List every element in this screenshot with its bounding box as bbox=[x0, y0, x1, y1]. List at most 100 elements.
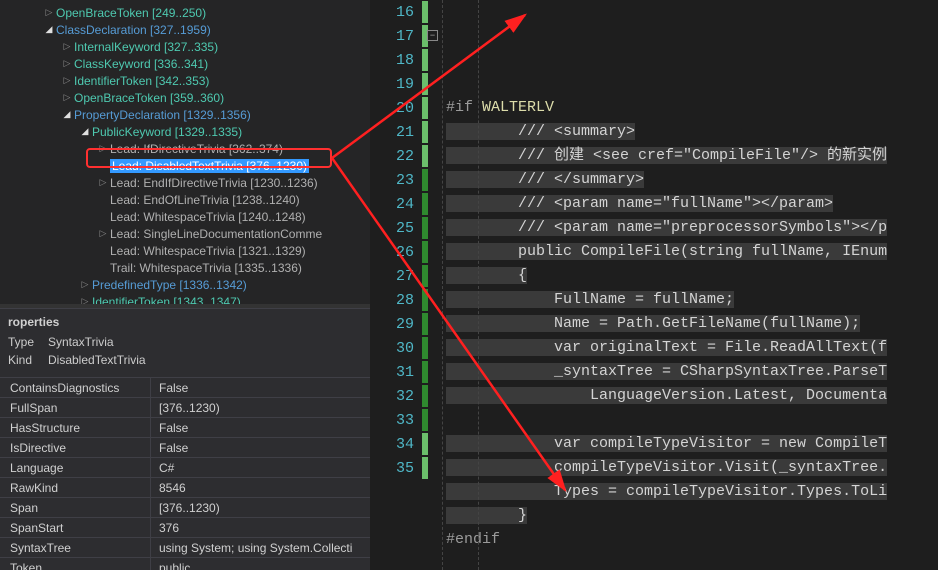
property-row[interactable]: Span[376..1230) bbox=[0, 497, 370, 517]
tree-expand-icon[interactable] bbox=[44, 24, 54, 35]
tree-node[interactable]: OpenBraceToken [249..250) bbox=[0, 4, 370, 21]
tree-node[interactable]: OpenBraceToken [359..360) bbox=[0, 89, 370, 106]
tree-node[interactable]: Lead: EndOfLineTrivia [1238..1240) bbox=[0, 191, 370, 208]
tree-expand-icon[interactable] bbox=[80, 126, 90, 137]
code-line[interactable]: compileTypeVisitor.Visit(_syntaxTree. bbox=[446, 456, 938, 480]
property-row[interactable]: LanguageC# bbox=[0, 457, 370, 477]
gutter-row[interactable]: 31 bbox=[370, 360, 428, 384]
code-line[interactable]: /// <param name="preprocessorSymbols"></… bbox=[446, 216, 938, 240]
line-number: 20 bbox=[382, 100, 418, 117]
properties-pane: roperties TypeSyntaxTriviaKindDisabledTe… bbox=[0, 308, 370, 570]
property-row[interactable]: SyntaxTreeusing System; using System.Col… bbox=[0, 537, 370, 557]
gutter-row[interactable]: 21 bbox=[370, 120, 428, 144]
code-line[interactable]: var compileTypeVisitor = new CompileT bbox=[446, 432, 938, 456]
gutter-row[interactable]: 29 bbox=[370, 312, 428, 336]
property-key: Type bbox=[8, 335, 48, 353]
tree-node-label: IdentifierToken [1343..1347) bbox=[92, 295, 241, 305]
code-line[interactable] bbox=[446, 552, 938, 570]
gutter-row[interactable]: 28 bbox=[370, 288, 428, 312]
gutter-row[interactable]: 24 bbox=[370, 192, 428, 216]
editor-panel: 1617−1819 20 21222324252627282930 31 3233343… bbox=[370, 0, 938, 570]
gutter-row[interactable]: 34 bbox=[370, 432, 428, 456]
tree-expand-icon[interactable] bbox=[62, 75, 72, 86]
tree-expand-icon[interactable] bbox=[62, 58, 72, 69]
code-line[interactable]: /// 创建 <see cref="CompileFile"/> 的新实例 bbox=[446, 144, 938, 168]
code-line[interactable]: #endif bbox=[446, 528, 938, 552]
gutter-row[interactable]: 16 bbox=[370, 0, 428, 24]
line-number-gutter[interactable]: 1617−1819 20 21222324252627282930 31 3233343… bbox=[370, 0, 428, 570]
tree-node[interactable]: InternalKeyword [327..335) bbox=[0, 38, 370, 55]
tree-node-label: ClassKeyword [336..341) bbox=[74, 57, 208, 71]
gutter-row[interactable]: 19 bbox=[370, 72, 428, 96]
gutter-row[interactable]: 23 bbox=[370, 168, 428, 192]
code-line[interactable]: #if WALTERLV bbox=[446, 96, 938, 120]
gutter-row[interactable]: 26 bbox=[370, 240, 428, 264]
tree-node[interactable]: IdentifierToken [1343..1347) bbox=[0, 293, 370, 304]
gutter-row[interactable]: 30 bbox=[370, 336, 428, 360]
property-row[interactable]: SpanStart376 bbox=[0, 517, 370, 537]
code-line[interactable] bbox=[446, 408, 938, 432]
property-value: False bbox=[150, 438, 370, 457]
code-line[interactable]: LanguageVersion.Latest, Documenta bbox=[446, 384, 938, 408]
gutter-row[interactable]: 20 bbox=[370, 96, 428, 120]
syntax-tree[interactable]: OpenBraceToken [249..250)ClassDeclaratio… bbox=[0, 0, 370, 304]
tree-expand-icon[interactable] bbox=[98, 177, 108, 188]
tree-expand-icon[interactable] bbox=[80, 296, 90, 304]
code-line[interactable]: /// </summary> bbox=[446, 168, 938, 192]
tree-node[interactable]: ClassKeyword [336..341) bbox=[0, 55, 370, 72]
property-row[interactable]: HasStructureFalse bbox=[0, 417, 370, 437]
gutter-row[interactable]: 33 bbox=[370, 408, 428, 432]
code-line[interactable]: public CompileFile(string fullName, IEnu… bbox=[446, 240, 938, 264]
tree-expand-icon[interactable] bbox=[98, 228, 108, 239]
code-editor[interactable]: #if WALTERLV /// <summary> /// 创建 <see c… bbox=[428, 0, 938, 570]
tree-node-label: Lead: EndOfLineTrivia [1238..1240) bbox=[110, 193, 300, 207]
property-row[interactable]: IsDirectiveFalse bbox=[0, 437, 370, 457]
tree-node[interactable]: ClassDeclaration [327..1959) bbox=[0, 21, 370, 38]
tree-node[interactable]: Lead: DisabledTextTrivia [376..1230) bbox=[0, 157, 370, 174]
property-key: ContainsDiagnostics bbox=[0, 381, 150, 395]
gutter-row[interactable]: 27 bbox=[370, 264, 428, 288]
code-line[interactable]: Types = compileTypeVisitor.Types.ToLi bbox=[446, 480, 938, 504]
gutter-row[interactable]: 32 bbox=[370, 384, 428, 408]
gutter-row[interactable]: 18 bbox=[370, 48, 428, 72]
tree-node[interactable]: Trail: WhitespaceTrivia [1335..1336) bbox=[0, 259, 370, 276]
properties-grid[interactable]: ContainsDiagnosticsFalseFullSpan[376..12… bbox=[0, 377, 370, 570]
tree-node[interactable]: PublicKeyword [1329..1335) bbox=[0, 123, 370, 140]
gutter-row[interactable]: 17− bbox=[370, 24, 428, 48]
gutter-row[interactable]: 25 bbox=[370, 216, 428, 240]
gutter-row[interactable]: 22 bbox=[370, 144, 428, 168]
tree-node[interactable]: PredefinedType [1336..1342) bbox=[0, 276, 370, 293]
tree-node[interactable]: Lead: EndIfDirectiveTrivia [1230..1236) bbox=[0, 174, 370, 191]
tree-expand-icon[interactable] bbox=[62, 109, 72, 120]
code-line[interactable]: _syntaxTree = CSharpSyntaxTree.ParseT bbox=[446, 360, 938, 384]
property-key: HasStructure bbox=[0, 421, 150, 435]
tree-node[interactable]: Lead: IfDirectiveTrivia [362..374) bbox=[0, 140, 370, 157]
tree-node[interactable]: Lead: WhitespaceTrivia [1240..1248) bbox=[0, 208, 370, 225]
property-row[interactable]: FullSpan[376..1230) bbox=[0, 397, 370, 417]
code-line[interactable]: } bbox=[446, 504, 938, 528]
gutter-row[interactable]: 35 bbox=[370, 456, 428, 480]
tree-node-label: PredefinedType [1336..1342) bbox=[92, 278, 247, 292]
property-row[interactable]: Tokenpublic bbox=[0, 557, 370, 570]
code-line[interactable]: { bbox=[446, 264, 938, 288]
tree-expand-icon[interactable] bbox=[80, 279, 90, 290]
code-line[interactable]: /// <summary> bbox=[446, 120, 938, 144]
property-row[interactable]: RawKind8546 bbox=[0, 477, 370, 497]
tree-node-label: Lead: WhitespaceTrivia [1321..1329) bbox=[110, 244, 306, 258]
code-token: /// <param name="preprocessorSymbols"></… bbox=[446, 219, 887, 236]
property-row[interactable]: ContainsDiagnosticsFalse bbox=[0, 377, 370, 397]
tree-expand-icon[interactable] bbox=[98, 143, 108, 154]
tree-node[interactable]: IdentifierToken [342..353) bbox=[0, 72, 370, 89]
line-number: 31 bbox=[382, 364, 418, 381]
property-value: SyntaxTrivia bbox=[48, 335, 114, 353]
code-line[interactable]: var originalText = File.ReadAllText(f bbox=[446, 336, 938, 360]
tree-expand-icon[interactable] bbox=[62, 92, 72, 103]
tree-node[interactable]: Lead: SingleLineDocumentationComme bbox=[0, 225, 370, 242]
tree-node[interactable]: Lead: WhitespaceTrivia [1321..1329) bbox=[0, 242, 370, 259]
tree-expand-icon[interactable] bbox=[44, 7, 54, 18]
code-line[interactable]: Name = Path.GetFileName(fullName); bbox=[446, 312, 938, 336]
tree-expand-icon[interactable] bbox=[62, 41, 72, 52]
code-line[interactable]: FullName = fullName; bbox=[446, 288, 938, 312]
code-line[interactable]: /// <param name="fullName"></param> bbox=[446, 192, 938, 216]
tree-node[interactable]: PropertyDeclaration [1329..1356) bbox=[0, 106, 370, 123]
